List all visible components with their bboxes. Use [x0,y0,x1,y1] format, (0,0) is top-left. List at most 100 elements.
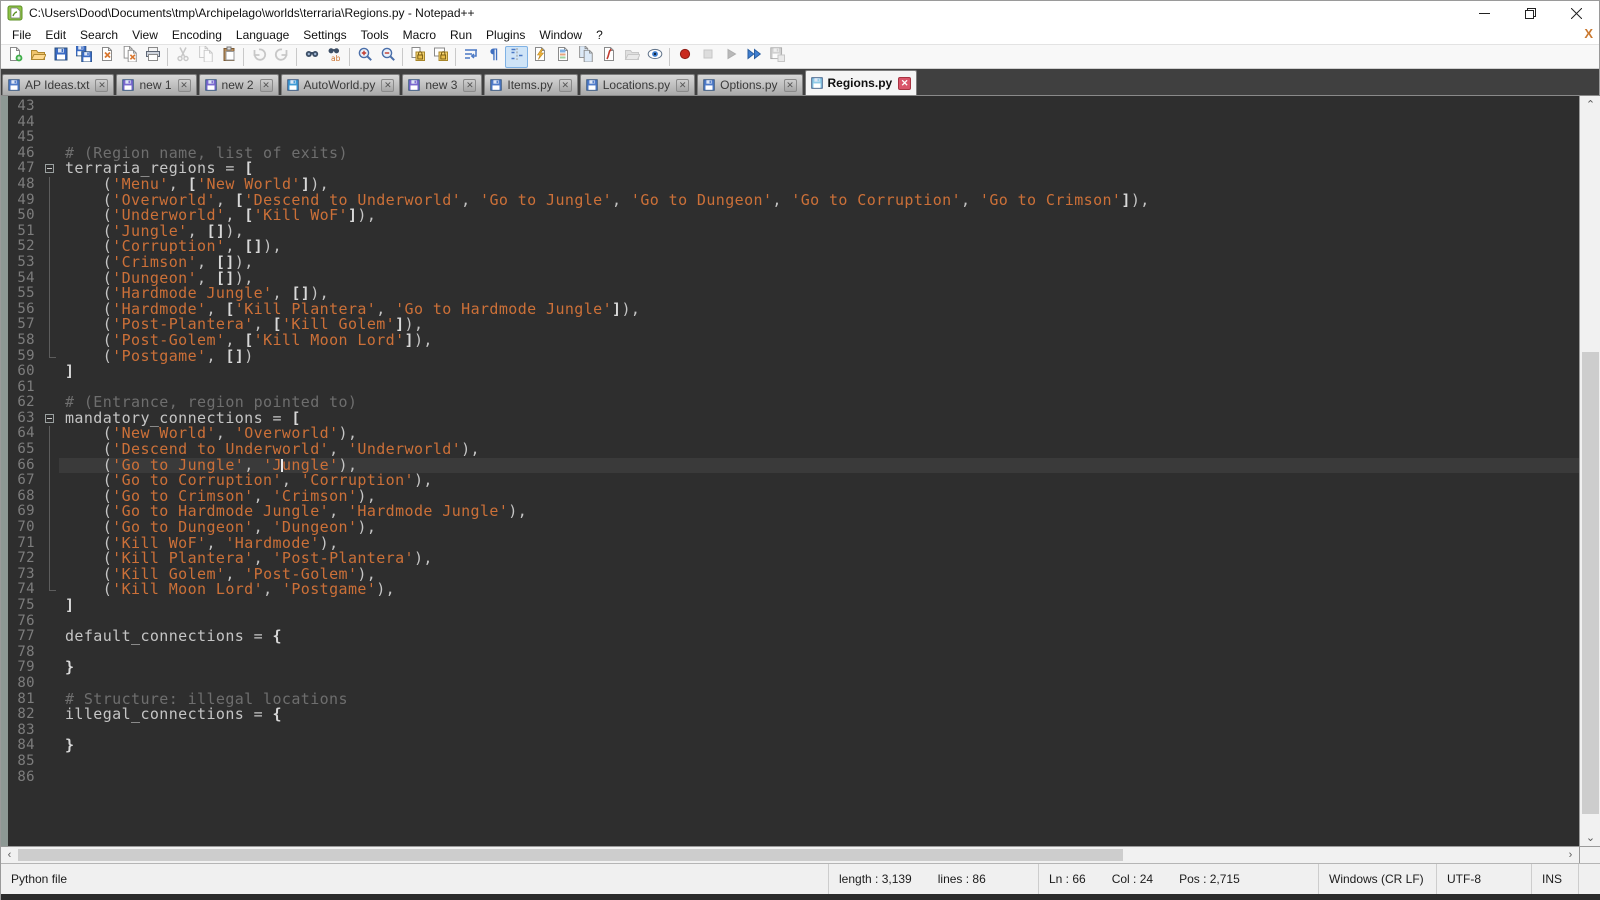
tab-close-icon[interactable]: ✕ [463,79,476,92]
tab-options-py[interactable]: Options.py✕ [697,74,802,95]
menu-item-search[interactable]: Search [73,26,125,44]
fold-margin [41,660,59,676]
horizontal-scrollbar-thumb[interactable] [18,849,1123,861]
macro-record-button[interactable] [673,46,696,68]
tab-close-icon[interactable]: ✕ [178,79,191,92]
scroll-right-icon[interactable]: › [1562,847,1579,863]
vertical-scrollbar[interactable]: ⌃ ⌄ [1579,96,1600,846]
menu-item-plugins[interactable]: Plugins [479,26,532,44]
fold-margin [41,255,59,271]
macro-play-button[interactable] [719,46,742,68]
code-line[interactable]: 43 [1,99,1579,115]
open-file-button[interactable] [26,46,49,68]
tab-close-icon[interactable]: ✕ [381,79,394,92]
code-line[interactable]: 59 ('Postgame', []) [1,349,1579,365]
tab-items-py[interactable]: Items.py✕ [484,74,577,95]
fold-collapse-icon[interactable] [41,411,59,427]
macro-save-button[interactable] [765,46,788,68]
tab-label: new 3 [425,78,457,92]
tab-new-1[interactable]: new 1✕ [116,74,196,95]
replace-button[interactable]: ab [323,46,346,68]
document-map-button[interactable] [551,46,574,68]
tab-new-2[interactable]: new 2✕ [199,74,279,95]
horizontal-scrollbar[interactable]: ‹ › [1,846,1579,863]
menu-item-settings[interactable]: Settings [296,26,353,44]
sync-vertical-button[interactable] [406,46,429,68]
tab-new-3[interactable]: new 3 ✕ [402,74,482,95]
tab-locations-py[interactable]: Locations.py✕ [580,74,695,95]
code-line[interactable]: 83 [1,723,1579,739]
menu-item-window[interactable]: Window [532,26,589,44]
show-all-characters-button[interactable]: ¶ [482,46,505,68]
code-line[interactable]: 75] [1,598,1579,614]
code-text: ('Postgame', []) [59,349,1579,365]
save-all-button[interactable] [72,46,95,68]
menu-item--[interactable]: ? [589,26,610,44]
code-line[interactable]: 74 ('Kill Moon Lord', 'Postgame'), [1,582,1579,598]
redo-button[interactable] [270,46,293,68]
code-editor[interactable]: 43444546# (Region name, list of exits)47… [1,96,1579,846]
menu-item-view[interactable]: View [125,26,165,44]
close-button[interactable] [1553,1,1599,25]
user-defined-language-button[interactable] [528,46,551,68]
fold-margin [41,426,59,442]
close-all-button[interactable] [118,46,141,68]
menubar-close-icon[interactable]: X [1584,26,1593,41]
undo-button[interactable] [247,46,270,68]
code-line[interactable]: 44 [1,115,1579,131]
function-list-button[interactable] [597,46,620,68]
fold-collapse-icon[interactable] [41,161,59,177]
tab-regions-py[interactable]: Regions.py✕ [805,70,918,95]
macro-stop-button[interactable] [696,46,719,68]
code-line[interactable]: 78 [1,645,1579,661]
fold-margin [41,645,59,661]
code-line[interactable]: 86 [1,770,1579,786]
vertical-scrollbar-thumb[interactable] [1582,352,1599,814]
code-line[interactable]: 77default_connections = { [1,629,1579,645]
copy-button[interactable] [194,46,217,68]
minimize-button[interactable] [1461,1,1507,25]
tab-close-icon[interactable]: ✕ [559,79,572,92]
menu-item-language[interactable]: Language [229,26,296,44]
tab-ap-ideas-txt[interactable]: AP Ideas.txt✕ [2,74,114,95]
code-line[interactable]: 84} [1,738,1579,754]
show-indent-guide-button[interactable] [505,46,528,68]
code-line[interactable]: 79} [1,660,1579,676]
tab-close-icon[interactable]: ✕ [260,79,273,92]
close-file-button[interactable] [95,46,118,68]
code-line[interactable]: 82illegal_connections = { [1,707,1579,723]
menu-item-encoding[interactable]: Encoding [165,26,229,44]
scroll-down-icon[interactable]: ⌄ [1580,829,1600,846]
document-list-button[interactable] [574,46,597,68]
sync-horizontal-button[interactable] [429,46,452,68]
menu-item-file[interactable]: File [5,26,38,44]
menu-item-run[interactable]: Run [443,26,479,44]
macro-run-multiple-button[interactable] [742,46,765,68]
word-wrap-button[interactable] [459,46,482,68]
tab-close-icon[interactable]: ✕ [784,79,797,92]
restore-button[interactable] [1507,1,1553,25]
tab-autoworld-py[interactable]: AutoWorld.py✕ [281,74,401,95]
save-button[interactable] [49,46,72,68]
code-line[interactable]: 60] [1,364,1579,380]
cut-button[interactable] [171,46,194,68]
file-monitoring-button[interactable] [643,46,666,68]
tab-close-icon[interactable]: ✕ [898,77,911,90]
print-button[interactable] [141,46,164,68]
paste-button[interactable] [217,46,240,68]
zoom-out-button[interactable] [376,46,399,68]
zoom-in-button[interactable] [353,46,376,68]
menu-item-macro[interactable]: Macro [396,26,443,44]
find-button[interactable] [300,46,323,68]
tab-close-icon[interactable]: ✕ [676,79,689,92]
scroll-up-icon[interactable]: ⌃ [1580,96,1600,113]
status-encoding: UTF-8 [1437,864,1532,894]
tab-close-icon[interactable]: ✕ [95,79,108,92]
menu-item-edit[interactable]: Edit [38,26,73,44]
menu-item-tools[interactable]: Tools [354,26,396,44]
line-number: 46 [1,146,41,162]
scroll-left-icon[interactable]: ‹ [1,847,18,863]
code-line[interactable]: 85 [1,754,1579,770]
new-file-button[interactable] [3,46,26,68]
folder-as-workspace-button[interactable] [620,46,643,68]
